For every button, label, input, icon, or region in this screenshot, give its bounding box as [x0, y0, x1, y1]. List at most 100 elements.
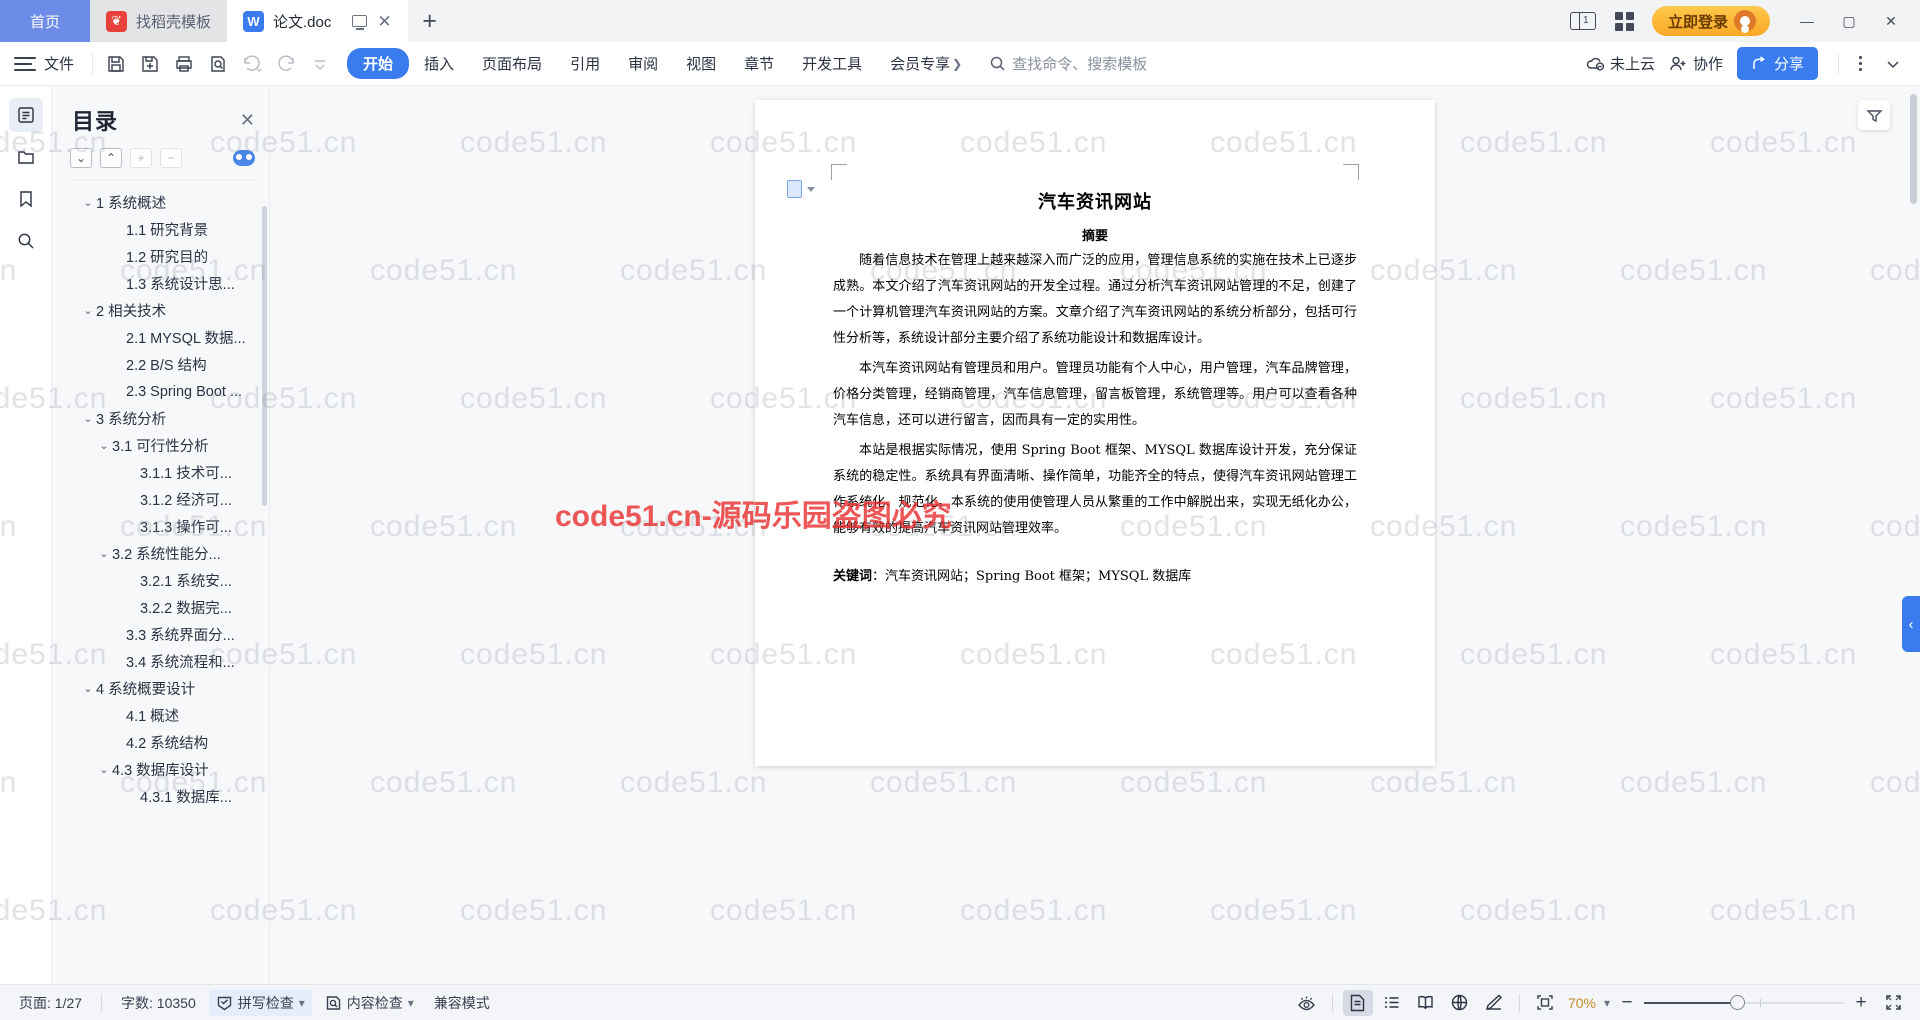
toc-item[interactable]: 3.2.2 数据完... [66, 594, 259, 621]
chevron-down-icon[interactable]: ⌄ [80, 196, 96, 209]
toc-item[interactable]: 3.1.2 经济可... [66, 486, 259, 513]
toc-item[interactable]: 3.2.1 系统安... [66, 567, 259, 594]
share-button[interactable]: 分享 [1736, 47, 1818, 80]
tab-document[interactable]: W 论文.doc ✕ [227, 0, 408, 42]
page-filter-button[interactable] [1858, 100, 1890, 130]
tab-member-exclusive[interactable]: 会员专享 ❯ [877, 48, 975, 79]
fullscreen-icon[interactable] [1878, 990, 1908, 1016]
fit-page-icon[interactable] [1530, 990, 1560, 1016]
toc-item[interactable]: ⌄ 3.1 可行性分析 [66, 432, 259, 459]
document-canvas[interactable]: 汽车资讯网站 摘要 随着信息技术在管理上越来越深入而广泛的应用，管理信息系统的实… [270, 86, 1920, 984]
chevron-down-icon[interactable]: ⌄ [80, 682, 96, 695]
zoom-out-button[interactable]: − [1614, 992, 1640, 1014]
chevron-right-icon[interactable]: ❯ [952, 57, 962, 71]
collapse-ribbon-icon[interactable] [1876, 49, 1910, 79]
contentcheck-button[interactable]: 内容检查 ▾ [318, 990, 421, 1016]
close-tab-icon[interactable]: ✕ [377, 13, 391, 30]
close-toc-icon[interactable]: ✕ [240, 110, 255, 131]
tab-view[interactable]: 视图 [673, 48, 729, 79]
more-options-icon[interactable] [1859, 56, 1862, 71]
tab-home[interactable]: 首页 [0, 0, 90, 42]
tab-docer-template[interactable]: ❦ 找稻壳模板 [90, 0, 228, 42]
page-view-icon[interactable] [1342, 989, 1373, 1016]
toc-item[interactable]: ⌄ 1 系统概述 [66, 189, 259, 216]
decrease-level-button[interactable]: − [160, 148, 182, 168]
page-indicator[interactable]: 页面: 1/27 [12, 990, 89, 1016]
toc-item[interactable]: 4.1 概述 [66, 702, 259, 729]
toc-preview-toggle[interactable] [233, 150, 255, 166]
eye-care-icon[interactable] [1292, 990, 1322, 1016]
undo-icon[interactable] [235, 49, 269, 79]
toc-item[interactable]: 1.2 研究目的 [66, 243, 259, 270]
tab-references[interactable]: 引用 [557, 48, 613, 79]
toc-item[interactable]: 3.1.3 操作可... [66, 513, 259, 540]
login-button[interactable]: 立即登录 [1651, 6, 1770, 36]
zoom-slider-knob[interactable] [1730, 995, 1745, 1010]
split-view-icon[interactable]: 1 [1568, 8, 1598, 34]
maximize-button[interactable]: ▢ [1828, 0, 1870, 42]
document-page[interactable]: 汽车资讯网站 摘要 随着信息技术在管理上越来越深入而广泛的应用，管理信息系统的实… [755, 100, 1435, 766]
chevron-down-icon[interactable]: ▾ [408, 996, 414, 1010]
tab-insert[interactable]: 插入 [411, 48, 467, 79]
compatibility-mode-label[interactable]: 兼容模式 [427, 990, 497, 1016]
toc-item[interactable]: ⌄ 4 系统概要设计 [66, 675, 259, 702]
web-view-icon[interactable] [1445, 990, 1475, 1016]
minimize-button[interactable]: — [1786, 0, 1828, 42]
chevron-down-icon[interactable]: ⌄ [96, 547, 112, 560]
chevron-down-icon[interactable]: ⌄ [96, 763, 112, 776]
search-icon[interactable] [9, 224, 43, 258]
chevron-down-icon[interactable]: ⌄ [80, 304, 96, 317]
toc-item[interactable]: ⌄ 3 系统分析 [66, 405, 259, 432]
save-as-icon[interactable] [133, 49, 167, 79]
customize-quick-access-icon[interactable] [303, 49, 337, 79]
redo-icon[interactable] [269, 49, 303, 79]
tab-start[interactable]: 开始 [347, 48, 410, 79]
app-grid-icon[interactable] [1610, 8, 1640, 34]
print-icon[interactable] [167, 49, 201, 79]
toc-item[interactable]: 1.1 研究背景 [66, 216, 259, 243]
tab-sections[interactable]: 章节 [731, 48, 787, 79]
toc-item[interactable]: 1.3 系统设计思... [66, 270, 259, 297]
tab-review[interactable]: 审阅 [615, 48, 671, 79]
chevron-down-icon[interactable]: ⌄ [96, 439, 112, 452]
increase-level-button[interactable]: + [130, 148, 152, 168]
toc-item[interactable]: 3.4 系统流程和... [66, 648, 259, 675]
toc-item[interactable]: 2.1 MYSQL 数据... [66, 324, 259, 351]
chevron-down-icon[interactable] [807, 186, 815, 192]
toc-item[interactable]: ⌄ 2 相关技术 [66, 297, 259, 324]
toc-item[interactable]: 3.1.1 技术可... [66, 459, 259, 486]
toc-item[interactable]: 4.2 系统结构 [66, 729, 259, 756]
present-icon[interactable] [352, 15, 368, 30]
menu-icon[interactable] [14, 56, 36, 71]
document-scrollbar[interactable] [1910, 94, 1917, 204]
catalog-icon[interactable] [8, 98, 43, 132]
chevron-down-icon[interactable]: ⌄ [80, 412, 96, 425]
word-count[interactable]: 字数: 10350 [114, 990, 203, 1016]
paste-options-icon[interactable] [787, 180, 815, 198]
chapter-icon[interactable] [9, 140, 43, 174]
outline-view-icon[interactable] [1377, 990, 1407, 1016]
toc-list[interactable]: ⌄ 1 系统概述 1.1 研究背景 1.2 研究目的 1.3 系统设计思... ⌄ 2 相关… [66, 180, 259, 984]
collaborate-button[interactable]: 协作 [1669, 53, 1723, 74]
toc-item[interactable]: ⌄ 3.2 系统性能分... [66, 540, 259, 567]
edit-pen-icon[interactable] [1479, 990, 1509, 1016]
spellcheck-button[interactable]: 拼写检查 ▾ [208, 989, 312, 1016]
toc-scrollbar[interactable] [262, 206, 267, 506]
collapse-up-button[interactable]: ⌃ [100, 148, 122, 168]
expand-down-button[interactable]: ⌄ [70, 148, 92, 168]
toc-item[interactable]: ⌄ 4.3 数据库设计 [66, 756, 259, 783]
print-preview-icon[interactable] [201, 49, 235, 79]
toc-item[interactable]: 4.3.1 数据库... [66, 783, 259, 810]
new-tab-button[interactable]: + [408, 0, 452, 42]
chevron-down-icon[interactable]: ▾ [1604, 996, 1610, 1010]
tab-developer-tools[interactable]: 开发工具 [789, 48, 875, 79]
toc-item[interactable]: 2.2 B/S 结构 [66, 351, 259, 378]
zoom-slider[interactable] [1644, 990, 1844, 1016]
zoom-value[interactable]: 70% [1568, 995, 1596, 1011]
search-commands[interactable]: 查找命令、搜索模板 [989, 53, 1147, 74]
chevron-down-icon[interactable]: ▾ [299, 996, 305, 1010]
cloud-status[interactable]: 未上云 [1586, 53, 1655, 74]
tab-page-layout[interactable]: 页面布局 [469, 48, 555, 79]
right-panel-toggle[interactable]: ‹ [1902, 596, 1920, 652]
reading-view-icon[interactable] [1411, 990, 1441, 1016]
